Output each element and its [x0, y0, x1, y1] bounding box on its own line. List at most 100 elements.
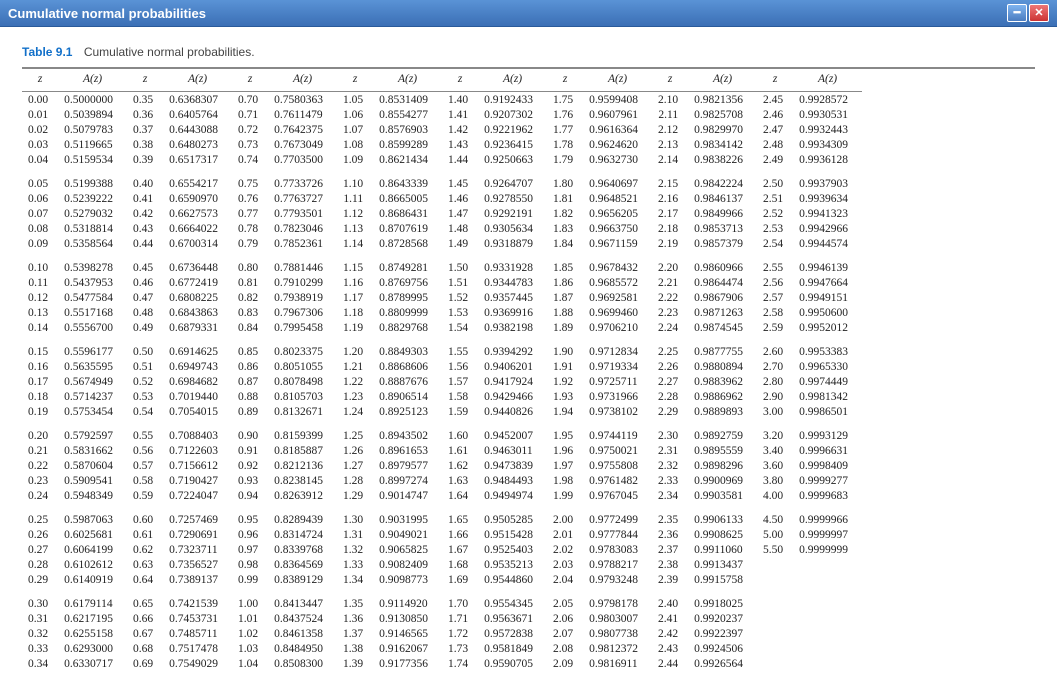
- a-value: 0.9874545: [688, 320, 757, 335]
- a-value: 0.9920237: [688, 611, 757, 626]
- a-value: 0.9918025: [688, 596, 757, 611]
- a-value: 0.8906514: [373, 389, 442, 404]
- z-value: 5.00: [757, 527, 793, 542]
- z-value: 2.42: [652, 626, 688, 641]
- a-value: 0.5199388: [58, 176, 127, 191]
- table-label: Table 9.1: [22, 45, 72, 59]
- a-value: 0.8023375: [268, 344, 337, 359]
- z-value: 0.50: [127, 344, 163, 359]
- minimize-button[interactable]: ━: [1007, 4, 1027, 22]
- z-value: 3.20: [757, 428, 793, 443]
- a-value: 0.9889893: [688, 404, 757, 419]
- table-row: 0.110.54379530.460.67724190.810.79102991…: [22, 275, 862, 290]
- close-button[interactable]: ✕: [1029, 4, 1049, 22]
- z-value: 0.58: [127, 473, 163, 488]
- a-value: 0.9903581: [688, 488, 757, 503]
- z-value: 2.21: [652, 275, 688, 290]
- z-value: 1.01: [232, 611, 268, 626]
- a-value: 0.9394292: [478, 344, 547, 359]
- z-value: 0.04: [22, 152, 58, 167]
- z-value: 1.60: [442, 428, 478, 443]
- z-value: 1.62: [442, 458, 478, 473]
- z-value: 0.53: [127, 389, 163, 404]
- z-value: 2.28: [652, 389, 688, 404]
- z-value: 1.42: [442, 122, 478, 137]
- z-value: 2.53: [757, 221, 793, 236]
- a-value: 0.7323711: [163, 542, 232, 557]
- z-value: 0.00: [22, 92, 58, 108]
- z-value: 5.50: [757, 542, 793, 557]
- z-value: 1.72: [442, 626, 478, 641]
- a-value: 0.9750021: [583, 443, 652, 458]
- z-value: 2.37: [652, 542, 688, 557]
- a-value: 0.7054015: [163, 404, 232, 419]
- a-value: 0.6443088: [163, 122, 232, 137]
- z-value: 1.32: [337, 542, 373, 557]
- a-value: 0.8484950: [268, 641, 337, 656]
- a-value: 0.9926564: [688, 656, 757, 671]
- z-value: 2.07: [547, 626, 583, 641]
- z-value: 0.27: [22, 542, 58, 557]
- a-value: 0.9417924: [478, 374, 547, 389]
- z-value: 1.78: [547, 137, 583, 152]
- a-value: 0.9993129: [793, 428, 862, 443]
- a-value: 0.9783083: [583, 542, 652, 557]
- a-value: 0.8105703: [268, 389, 337, 404]
- table-row: 0.140.55567000.490.68793310.840.79954581…: [22, 320, 862, 335]
- a-value: 0.7733726: [268, 176, 337, 191]
- table-row: 0.290.61409190.640.73891370.990.83891291…: [22, 572, 862, 587]
- z-value: 0.32: [22, 626, 58, 641]
- a-value: 0.6255158: [58, 626, 127, 641]
- table-row: 0.150.55961770.500.69146250.850.80233751…: [22, 344, 862, 359]
- a-value: 0.6405764: [163, 107, 232, 122]
- z-value: 2.51: [757, 191, 793, 206]
- table-row: 0.130.55171680.480.68438630.830.79673061…: [22, 305, 862, 320]
- z-value: 0.21: [22, 443, 58, 458]
- z-value: 1.17: [337, 290, 373, 305]
- col-header-z: z: [22, 69, 58, 92]
- a-value: 0.9924506: [688, 641, 757, 656]
- table-row: 0.210.58316620.560.71226030.910.81858871…: [22, 443, 862, 458]
- z-value: 2.04: [547, 572, 583, 587]
- z-value: 4.50: [757, 512, 793, 527]
- a-value: 0.9331928: [478, 260, 547, 275]
- col-header-a: A(z): [793, 69, 862, 92]
- z-value: 1.50: [442, 260, 478, 275]
- z-value: 1.94: [547, 404, 583, 419]
- z-value: 2.06: [547, 611, 583, 626]
- z-value: 0.35: [127, 92, 163, 108]
- table-row: 0.260.60256810.610.72906910.960.83147241…: [22, 527, 862, 542]
- a-value: 0.7156612: [163, 458, 232, 473]
- a-value: 0.9671159: [583, 236, 652, 251]
- a-value: 0.9898296: [688, 458, 757, 473]
- a-value: 0.8212136: [268, 458, 337, 473]
- z-value: 0.41: [127, 191, 163, 206]
- a-value: 0.7485711: [163, 626, 232, 641]
- a-value: 0.9981342: [793, 389, 862, 404]
- a-value: 0.9656205: [583, 206, 652, 221]
- z-value: 0.90: [232, 428, 268, 443]
- z-value: 1.27: [337, 458, 373, 473]
- a-value: 0.8979577: [373, 458, 442, 473]
- a-value: 0.5987063: [58, 512, 127, 527]
- a-value: 0.8943502: [373, 428, 442, 443]
- z-value: 3.00: [757, 404, 793, 419]
- a-value: 0.9950600: [793, 305, 862, 320]
- a-value: 0.8576903: [373, 122, 442, 137]
- a-value: 0.9928572: [793, 92, 862, 108]
- col-header-z: z: [232, 69, 268, 92]
- page-content: Table 9.1 Cumulative normal probabilitie…: [0, 27, 1057, 689]
- a-value: 0.9906133: [688, 512, 757, 527]
- z-value: 2.41: [652, 611, 688, 626]
- table-row: 0.180.57142370.530.70194400.880.81057031…: [22, 389, 862, 404]
- col-header-a: A(z): [478, 69, 547, 92]
- a-value: 0.9915758: [688, 572, 757, 587]
- table-row: 0.020.50797830.370.64430880.720.76423751…: [22, 122, 862, 137]
- a-value: 0.9755808: [583, 458, 652, 473]
- z-value: 2.70: [757, 359, 793, 374]
- z-value: 2.19: [652, 236, 688, 251]
- z-value: 0.83: [232, 305, 268, 320]
- z-value: 1.74: [442, 656, 478, 671]
- a-value: 0.9883962: [688, 374, 757, 389]
- z-value: 1.54: [442, 320, 478, 335]
